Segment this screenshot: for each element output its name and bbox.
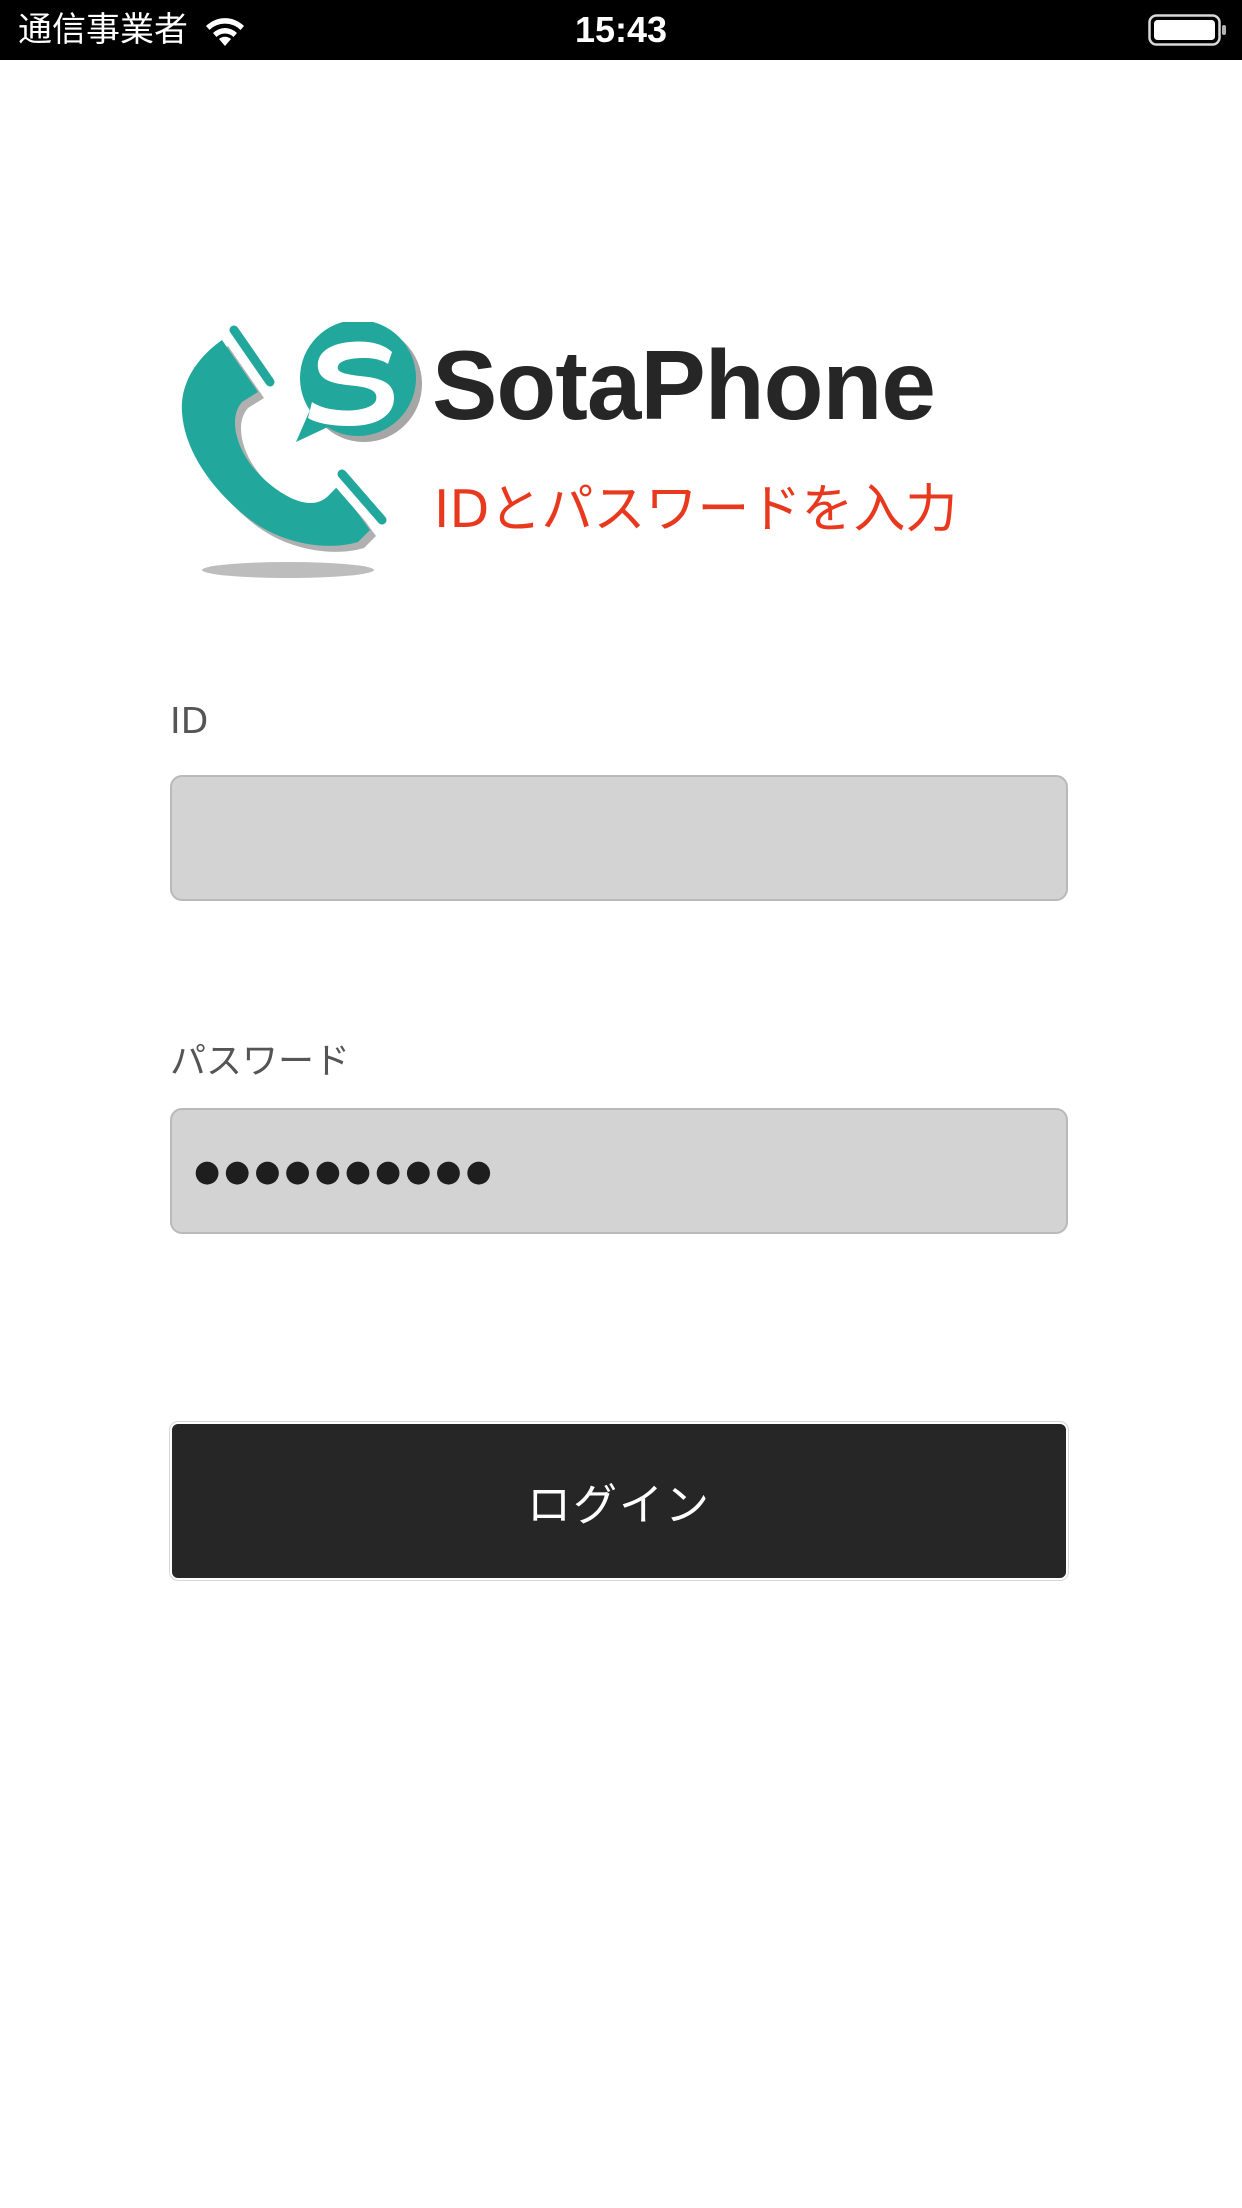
sotaphone-logo-icon (180, 320, 430, 582)
login-instruction: IDとパスワードを入力 (434, 480, 958, 540)
password-label: パスワード (170, 1041, 351, 1082)
battery-full-icon (1148, 14, 1228, 46)
password-input[interactable]: ●●●●●●●●●● (170, 1108, 1068, 1234)
id-label: ID (170, 701, 209, 742)
status-bar: 通信事業者 15:43 (0, 0, 1242, 60)
login-button-label: ログイン (527, 1480, 711, 1531)
id-input[interactable] (170, 775, 1068, 901)
login-button[interactable]: ログイン (169, 1421, 1069, 1581)
status-time: 15:43 (574, 9, 668, 50)
password-input-value: ●●●●●●●●●● (194, 1153, 496, 1189)
brand-name: SotaPhone (432, 330, 936, 440)
